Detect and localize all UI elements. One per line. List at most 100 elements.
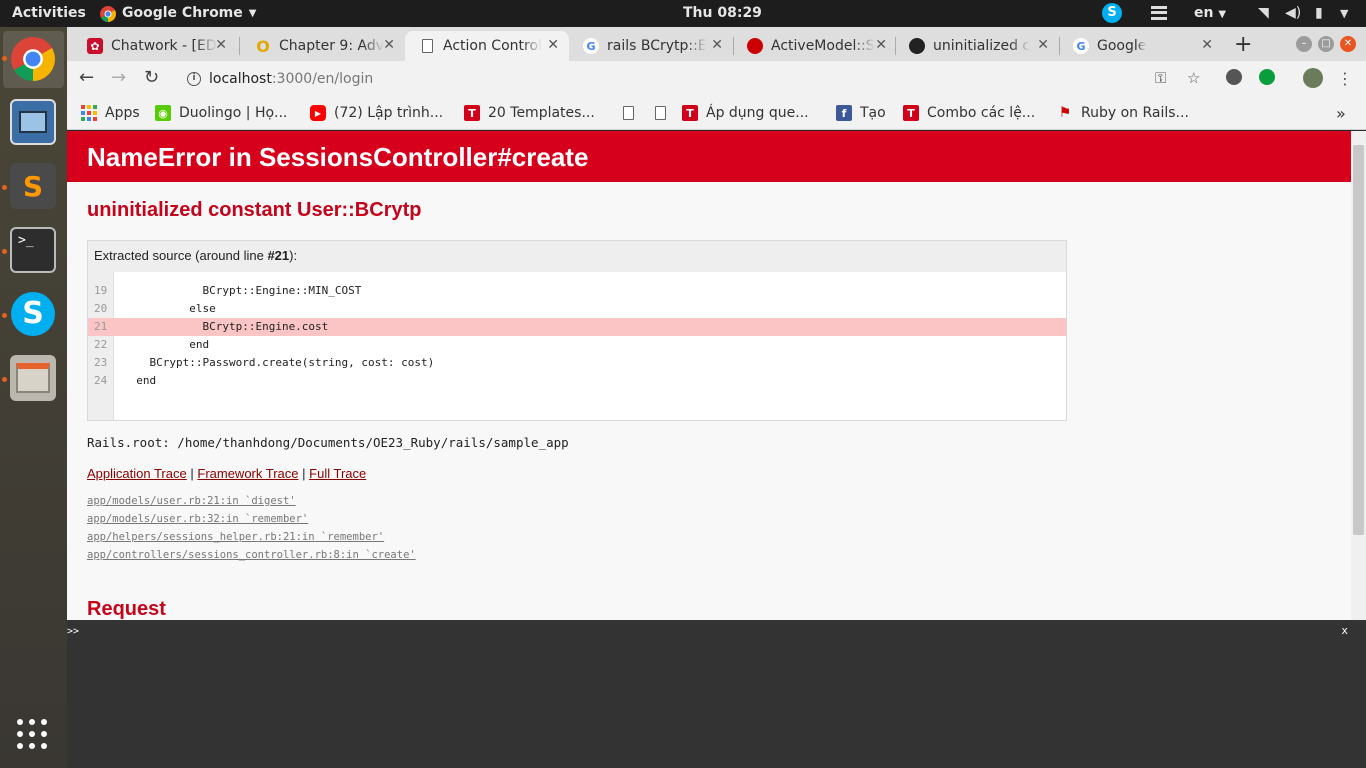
code-line: 23 BCrypt::Password.create(string, cost:… (88, 354, 1066, 372)
scrollbar-thumb[interactable] (1353, 145, 1364, 535)
language-indicator[interactable]: en ▼ (1194, 0, 1226, 27)
tab-title: Chapter 9: Adv (279, 38, 384, 54)
new-tab-button[interactable]: + (1234, 32, 1252, 57)
code-line-highlighted: 21 BCrytp::Engine.cost (88, 318, 1066, 336)
tab-title: Action Control (443, 38, 542, 54)
close-icon[interactable]: ✕ (875, 37, 887, 53)
request-section-title: Request (87, 598, 166, 620)
close-icon[interactable]: ✕ (383, 37, 395, 53)
app-menu[interactable]: Google Chrome ▼ (100, 0, 256, 27)
source-code: 19 BCrypt::Engine::MIN_COST 20 else 21 B… (88, 272, 1066, 420)
maximize-button[interactable]: □ (1318, 36, 1334, 52)
close-icon[interactable]: ✕ (1201, 37, 1213, 53)
trace-line-link[interactable]: app/models/user.rb:32:in `remember' (87, 513, 308, 525)
battery-icon[interactable]: ▮ (1315, 0, 1323, 27)
show-applications-icon[interactable] (17, 719, 49, 751)
close-icon[interactable]: ✕ (547, 37, 559, 53)
close-icon[interactable]: ✕ (711, 37, 723, 53)
line-number: 21 (94, 320, 108, 333)
duolingo-icon: ◉ (155, 105, 171, 121)
bookmark-templates[interactable]: T 20 Templates... (464, 103, 595, 123)
volume-icon[interactable]: ◀) (1285, 0, 1301, 27)
bookmark-facebook[interactable]: f Tạo (836, 103, 886, 123)
star-icon[interactable]: ☆ (1187, 69, 1200, 87)
notes-tray-icon[interactable] (1151, 6, 1167, 20)
code-line: 24 end (88, 372, 1066, 390)
bookmark-duolingo[interactable]: ◉ Duolingo | Họ... (155, 103, 287, 123)
clock[interactable]: Thu 08:29 (683, 0, 762, 27)
dock-skype-icon[interactable]: S (10, 291, 56, 337)
tab-google[interactable]: G Google ✕ (1059, 31, 1223, 61)
dock-sublime-text-icon[interactable]: S (10, 163, 56, 209)
dock-remote-desktop-icon[interactable] (10, 99, 56, 145)
console-prompt[interactable]: >> (67, 626, 79, 637)
key-icon[interactable]: ⚿ (1155, 69, 1166, 87)
skype-icon: S (11, 292, 55, 336)
separator: | (302, 466, 306, 481)
profile-avatar[interactable] (1303, 68, 1323, 88)
minimize-button[interactable]: – (1296, 36, 1312, 52)
framework-trace-link[interactable]: Framework Trace (197, 466, 298, 481)
page-scrollbar[interactable] (1351, 131, 1366, 620)
trace-line-link[interactable]: app/helpers/sessions_helper.rb:21:in `re… (87, 531, 384, 543)
console-close-button[interactable]: x (1341, 624, 1348, 637)
source-line-ref: #21 (267, 248, 290, 263)
tab-chatwork[interactable]: ✿ Chatwork - [ED ✕ (73, 31, 237, 61)
activities-button[interactable]: Activities (12, 0, 86, 27)
bookmarks-bar: Apps ◉ Duolingo | Họ... ▶ (72) Lập trình… (67, 97, 1366, 130)
tab-activemodel[interactable]: ActiveModel::S ✕ (733, 31, 897, 61)
trace-links: Application Trace | Framework Trace | Fu… (87, 466, 366, 481)
close-window-button[interactable]: ✕ (1340, 36, 1356, 52)
bookmark-document-2[interactable] (652, 103, 676, 123)
tab-chapter9[interactable]: O Chapter 9: Adv ✕ (241, 31, 405, 61)
bookmark-youtube[interactable]: ▶ (72) Lập trình... (310, 103, 443, 123)
error-message: uninitialized constant User::BCrytp (87, 199, 422, 221)
wifi-icon[interactable]: ◥ (1258, 0, 1269, 27)
forward-button[interactable]: → (111, 67, 126, 88)
bookmark-label: Duolingo | Họ... (179, 105, 288, 121)
web-console[interactable]: >> x (67, 620, 1366, 768)
chrome-icon (11, 37, 55, 81)
dock-files-icon[interactable] (10, 355, 56, 401)
app-menu-label: Google Chrome (122, 5, 243, 21)
browser-tabstrip: ✿ Chatwork - [ED ✕ O Chapter 9: Adv ✕ Ac… (67, 27, 1366, 61)
trace-line-link[interactable]: app/controllers/sessions_controller.rb:8… (87, 549, 416, 561)
running-indicator (2, 313, 7, 318)
dock-terminal-icon[interactable]: >_ (10, 227, 56, 273)
ruby-icon (747, 38, 763, 54)
bookmark-label: Tạo (860, 105, 886, 121)
tab-title: rails BCrytp::E (607, 38, 707, 54)
google-icon: G (583, 38, 599, 54)
chrome-icon (100, 5, 116, 22)
info-icon[interactable]: i (187, 72, 201, 86)
source-title-suffix: ): (289, 248, 298, 263)
close-icon[interactable]: ✕ (1037, 37, 1049, 53)
full-trace-link[interactable]: Full Trace (309, 466, 366, 481)
railstutorial-icon: O (256, 36, 270, 56)
extension-green-icon[interactable] (1259, 69, 1275, 85)
extension-globe-icon[interactable] (1226, 69, 1242, 85)
back-button[interactable]: ← (79, 67, 94, 88)
bookmark-document-1[interactable] (620, 103, 644, 123)
tab-rails-bcrytp[interactable]: G rails BCrytp::E ✕ (569, 31, 733, 61)
url-text[interactable]: localhost:3000/en/login (209, 64, 373, 94)
bookmarks-overflow-icon[interactable]: » (1336, 103, 1346, 123)
dock-chrome-icon[interactable] (10, 36, 56, 82)
application-trace-link[interactable]: Application Trace (87, 466, 187, 481)
bookmark-ap-dung[interactable]: T Áp dụng que... (682, 103, 809, 123)
menu-kebab-icon[interactable]: ⋮ (1337, 69, 1353, 88)
tab-action-controller[interactable]: Action Control ✕ (405, 31, 569, 61)
bookmark-apps[interactable]: Apps (81, 103, 140, 123)
line-code: end (123, 338, 210, 351)
tab-uninitialized[interactable]: uninitialized c ✕ (895, 31, 1059, 61)
reload-button[interactable]: ↻ (144, 67, 159, 88)
apps-grid-icon (81, 105, 97, 121)
trace-line-link[interactable]: app/models/user.rb:21:in `digest' (87, 495, 296, 507)
close-icon[interactable]: ✕ (215, 37, 227, 53)
rails-root-path: Rails.root: /home/thanhdong/Documents/OE… (87, 435, 569, 450)
system-menu-chevron-icon[interactable]: ▼ (1340, 0, 1348, 27)
bookmark-ruby-on-rails[interactable]: ⚑ Ruby on Rails... (1057, 103, 1189, 123)
bookmark-combo[interactable]: T Combo các lệ... (903, 103, 1035, 123)
skype-tray-icon[interactable]: S (1102, 3, 1122, 23)
address-bar[interactable]: i localhost:3000/en/login (175, 64, 1300, 94)
